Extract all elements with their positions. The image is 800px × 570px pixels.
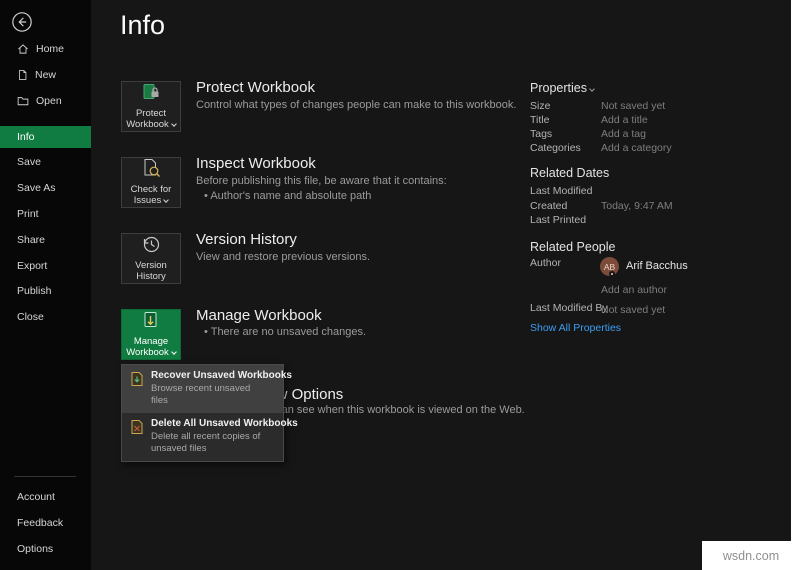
version-history-heading: Version History: [196, 231, 297, 248]
check-for-issues-icon: [141, 158, 161, 182]
protect-workbook-icon: [141, 82, 161, 106]
sidebar-item-label: Home: [36, 43, 64, 55]
sidebar-item-label: Options: [17, 543, 53, 555]
prop-label-categories: Categories: [530, 142, 581, 154]
sidebar-item-save-as[interactable]: Save As: [0, 177, 91, 199]
properties-header[interactable]: Properties: [530, 81, 594, 95]
prop-value-tags[interactable]: Add a tag: [601, 128, 646, 140]
sidebar-item-label: Info: [17, 131, 35, 143]
sidebar-item-home[interactable]: Home: [0, 38, 91, 60]
sidebar-item-label: Close: [17, 311, 44, 323]
sidebar-item-label: Export: [17, 260, 47, 272]
prop-label-last-modified: Last Modified: [530, 185, 592, 197]
watermark-text: wsdn.com: [723, 549, 779, 563]
menu-item-desc: Browse recent unsaved files: [151, 383, 269, 407]
manage-workbook-button[interactable]: Manage Workbook: [121, 309, 181, 360]
prop-label-author: Author: [530, 257, 561, 269]
prop-label-size: Size: [530, 100, 550, 112]
prop-value-categories[interactable]: Add a category: [601, 142, 672, 154]
chevron-down-icon: [171, 349, 177, 355]
sidebar-divider: [14, 476, 76, 477]
page-edge: [791, 0, 800, 570]
protect-workbook-desc: Control what types of changes people can…: [196, 99, 516, 111]
backstage-sidebar: Home New Open Info Save Save As Print Sh…: [0, 0, 91, 570]
author-name: Arif Bacchus: [626, 260, 688, 272]
add-author-field[interactable]: Add an author: [601, 284, 667, 296]
back-button[interactable]: [11, 11, 33, 33]
manage-workbook-icon: [141, 310, 161, 334]
button-label: Version History: [135, 260, 167, 282]
prop-label-last-printed: Last Printed: [530, 214, 586, 226]
sidebar-item-print[interactable]: Print: [0, 203, 91, 225]
inspect-workbook-bullet: Author's name and absolute path: [204, 190, 371, 202]
sidebar-item-label: Publish: [17, 285, 51, 297]
sidebar-item-label: Account: [17, 491, 55, 503]
sidebar-item-feedback[interactable]: Feedback: [0, 512, 91, 534]
protect-workbook-heading: Protect Workbook: [196, 79, 315, 96]
menu-item-delete-all-unsaved-workbooks[interactable]: Delete All Unsaved Workbooks Delete all …: [122, 413, 283, 461]
sidebar-item-publish[interactable]: Publish: [0, 280, 91, 302]
sidebar-item-open[interactable]: Open: [0, 90, 91, 112]
sidebar-item-label: Share: [17, 234, 45, 246]
prop-label-last-modified-by: Last Modified By: [530, 302, 608, 314]
inspect-workbook-desc: Before publishing this file, be aware th…: [196, 175, 447, 187]
version-history-button[interactable]: Version History: [121, 233, 181, 284]
menu-item-title: Delete All Unsaved Workbooks: [151, 418, 298, 429]
button-label: Manage Workbook: [126, 336, 169, 358]
prop-value-size: Not saved yet: [601, 100, 665, 112]
sidebar-item-options[interactable]: Options: [0, 538, 91, 560]
sidebar-item-label: Print: [17, 208, 39, 220]
prop-value-title[interactable]: Add a title: [601, 114, 648, 126]
open-folder-icon: [17, 95, 29, 107]
sidebar-item-account[interactable]: Account: [0, 486, 91, 508]
sidebar-item-label: Open: [36, 95, 62, 107]
related-dates-header: Related Dates: [530, 166, 609, 180]
home-icon: [17, 43, 29, 55]
manage-workbook-heading: Manage Workbook: [196, 307, 322, 324]
chevron-down-icon: [171, 121, 177, 127]
sidebar-item-share[interactable]: Share: [0, 229, 91, 251]
presence-dot: [609, 271, 615, 277]
protect-workbook-button[interactable]: Protect Workbook: [121, 81, 181, 132]
prop-label-created: Created: [530, 200, 567, 212]
related-people-header: Related People: [530, 240, 615, 254]
recover-workbook-icon: [129, 370, 145, 407]
manage-workbook-dropdown: Recover Unsaved Workbooks Browse recent …: [121, 364, 284, 462]
page-title: Info: [120, 10, 165, 41]
menu-item-title: Recover Unsaved Workbooks: [151, 370, 292, 381]
delete-workbook-icon: [129, 418, 145, 455]
version-history-icon: [141, 234, 161, 258]
sidebar-item-label: Feedback: [17, 517, 63, 529]
new-file-icon: [17, 69, 28, 81]
menu-item-recover-unsaved-workbooks[interactable]: Recover Unsaved Workbooks Browse recent …: [122, 365, 283, 413]
button-label: Protect Workbook: [126, 108, 169, 130]
properties-header-label: Properties: [530, 81, 587, 95]
prop-value-last-modified-by: Not saved yet: [601, 304, 665, 316]
sidebar-item-info[interactable]: Info: [0, 126, 91, 148]
menu-item-desc: Delete all recent copies of unsaved file…: [151, 431, 269, 455]
sidebar-item-close[interactable]: Close: [0, 306, 91, 328]
sidebar-item-label: Save: [17, 156, 41, 168]
check-for-issues-button[interactable]: Check for Issues: [121, 157, 181, 208]
sidebar-item-new[interactable]: New: [0, 64, 91, 86]
sidebar-item-label: New: [35, 69, 56, 81]
back-arrow-icon: [11, 11, 33, 33]
chevron-down-icon: [163, 197, 169, 203]
inspect-workbook-heading: Inspect Workbook: [196, 155, 316, 172]
sidebar-item-label: Save As: [17, 182, 56, 194]
prop-value-created: Today, 9:47 AM: [601, 200, 673, 212]
watermark-box: wsdn.com: [702, 541, 800, 570]
chevron-down-icon: [589, 86, 595, 92]
prop-label-title: Title: [530, 114, 549, 126]
sidebar-item-export[interactable]: Export: [0, 255, 91, 277]
prop-label-tags: Tags: [530, 128, 552, 140]
version-history-desc: View and restore previous versions.: [196, 251, 370, 263]
show-all-properties-link[interactable]: Show All Properties: [530, 322, 621, 334]
manage-workbook-bullet: There are no unsaved changes.: [204, 326, 366, 338]
sidebar-item-save[interactable]: Save: [0, 151, 91, 173]
